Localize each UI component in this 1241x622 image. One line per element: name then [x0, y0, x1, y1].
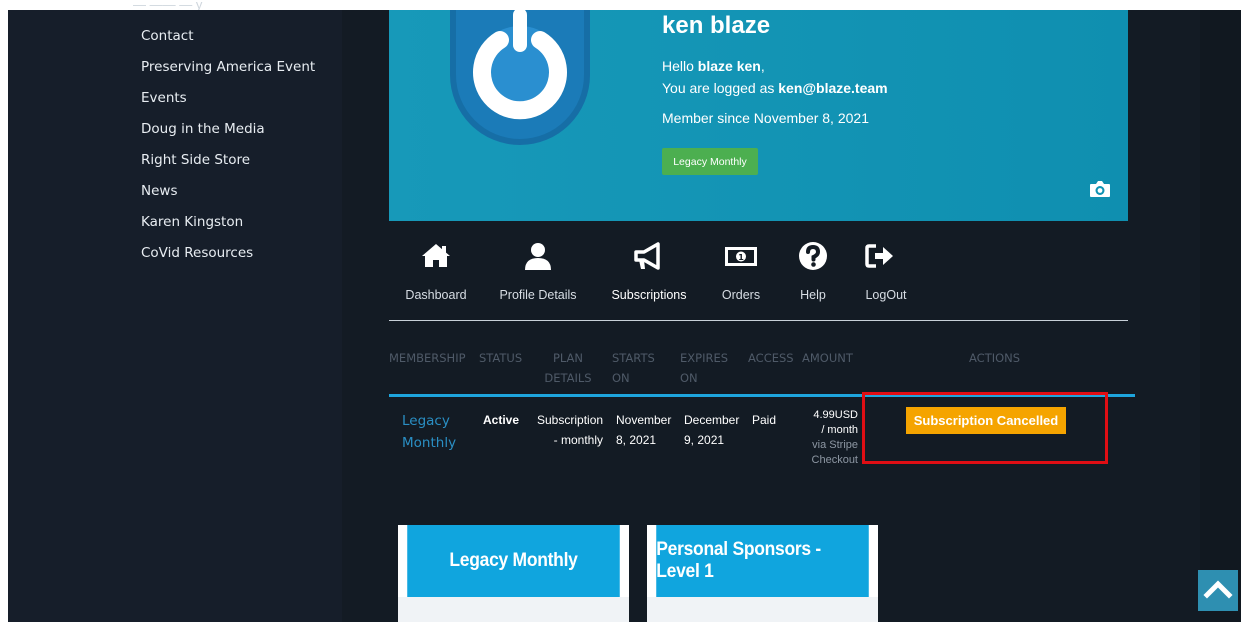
sidebar-item-contact[interactable]: Contact — [141, 28, 194, 44]
sidebar-item-preserving-america-event[interactable]: Preserving America Event — [141, 59, 315, 75]
sidebar-clipped-item: — —— — y — [133, 0, 203, 10]
row-amount-period: / month — [821, 424, 858, 436]
row-starts-on: November 8, 2021 — [616, 410, 671, 450]
th-expires-line2: ON — [680, 371, 698, 385]
greeting-name: blaze ken — [697, 58, 761, 74]
power-icon — [473, 10, 567, 120]
question-icon — [799, 242, 827, 270]
nav-orders-label: Orders — [721, 288, 761, 302]
greeting-suffix: , — [760, 58, 765, 74]
sidebar-item-doug-in-the-media[interactable]: Doug in the Media — [141, 121, 265, 137]
row-access: Paid — [752, 413, 777, 427]
row-plan-line1: Subscription — [537, 413, 604, 427]
member-since: Member since November 8, 2021 — [662, 110, 869, 126]
scroll-to-top-button[interactable] — [1198, 570, 1238, 611]
logged-as: You are logged as ken@blaze.team — [662, 80, 888, 96]
nav-profile-details[interactable]: Profile Details — [496, 240, 580, 302]
th-membership: MEMBERSHIP — [389, 351, 466, 365]
th-expires-line1: EXPIRES — [680, 351, 729, 365]
row-starts-line2: 8, 2021 — [616, 433, 657, 447]
sidebar-item-events[interactable]: Events — [141, 90, 187, 106]
row-plan-details: Subscription - monthly — [537, 410, 603, 450]
sidebar-item-news[interactable]: News — [141, 183, 177, 199]
chevron-up-icon — [1203, 580, 1233, 599]
row-plan-line2: - monthly — [553, 433, 603, 447]
plan-badge: Legacy Monthly — [662, 148, 758, 175]
th-amount: AMOUNT — [802, 351, 853, 365]
row-membership-line2: Monthly — [402, 435, 457, 451]
home-icon — [422, 244, 450, 267]
plan-card-body — [647, 597, 878, 622]
row-expires-on: December 9, 2021 — [684, 410, 739, 450]
th-plan-details-line1: PLAN — [552, 351, 584, 365]
plan-card-title: Legacy Monthly — [407, 525, 620, 597]
nav-dashboard-label: Dashboard — [405, 288, 467, 302]
sidebar-item-karen-kingston[interactable]: Karen Kingston — [141, 214, 243, 230]
row-starts-line1: November — [616, 413, 672, 427]
svg-text:1: 1 — [738, 253, 744, 262]
nav-subscriptions-label: Subscriptions — [611, 288, 687, 302]
money-icon: 1 — [725, 247, 757, 266]
nav-help-label: Help — [800, 288, 826, 302]
sidebar-item-covid-resources[interactable]: CoVid Resources — [141, 245, 253, 261]
th-status: STATUS — [479, 351, 523, 365]
th-access: ACCESS — [748, 351, 794, 365]
row-amount-gateway: Checkout — [811, 454, 858, 466]
greeting-prefix: Hello — [662, 58, 698, 74]
th-starts-on: STARTS ON — [612, 348, 655, 388]
row-membership-link[interactable]: Legacy Monthly — [402, 410, 456, 454]
row-expires-line1: December — [684, 413, 740, 427]
plan-card-personal-sponsors-level-1[interactable]: Personal Sponsors - Level 1 — [647, 525, 878, 622]
nav-help[interactable]: Help — [793, 240, 833, 302]
nav-dashboard[interactable]: Dashboard — [400, 240, 472, 302]
th-starts-line1: STARTS — [612, 351, 655, 365]
nav-orders[interactable]: 1 Orders — [714, 240, 768, 302]
avatar[interactable] — [450, 10, 590, 145]
th-plan-details-line2: DETAILS — [544, 371, 592, 385]
row-expires-line2: 9, 2021 — [684, 433, 725, 447]
camera-icon[interactable] — [1089, 180, 1111, 198]
nav-logout[interactable]: LogOut — [860, 240, 912, 302]
nav-profile-details-label: Profile Details — [499, 288, 577, 302]
th-plan-details: PLAN DETAILS — [542, 348, 594, 388]
greeting: Hello blaze ken, — [662, 58, 765, 74]
th-actions: ACTIONS — [969, 351, 1021, 365]
plan-card-body — [398, 597, 629, 622]
nav-logout-label: LogOut — [865, 288, 907, 302]
profile-name: ken blaze — [662, 12, 771, 39]
row-amount-via: via Stripe — [812, 439, 858, 451]
th-starts-line2: ON — [612, 371, 630, 385]
plan-card-title: Personal Sponsors - Level 1 — [656, 525, 869, 597]
nav-divider — [389, 320, 1128, 321]
sidebar-item-right-side-store[interactable]: Right Side Store — [141, 152, 250, 168]
plan-card-legacy-monthly[interactable]: Legacy Monthly — [398, 525, 629, 622]
row-membership-line1: Legacy — [402, 413, 450, 429]
megaphone-icon — [634, 242, 660, 270]
row-amount: 4.99USD / month via Stripe Checkout — [806, 408, 858, 468]
user-icon — [525, 243, 551, 270]
highlight-annotation-box — [862, 392, 1108, 464]
logout-icon — [865, 244, 893, 268]
logged-as-prefix: You are logged as — [662, 80, 779, 96]
th-expires-on: EXPIRES ON — [680, 348, 728, 388]
nav-subscriptions[interactable]: Subscriptions — [607, 240, 691, 302]
user-email: ken@blaze.team — [778, 80, 888, 96]
row-amount-value: 4.99USD — [813, 409, 858, 421]
row-status: Active — [483, 413, 520, 427]
